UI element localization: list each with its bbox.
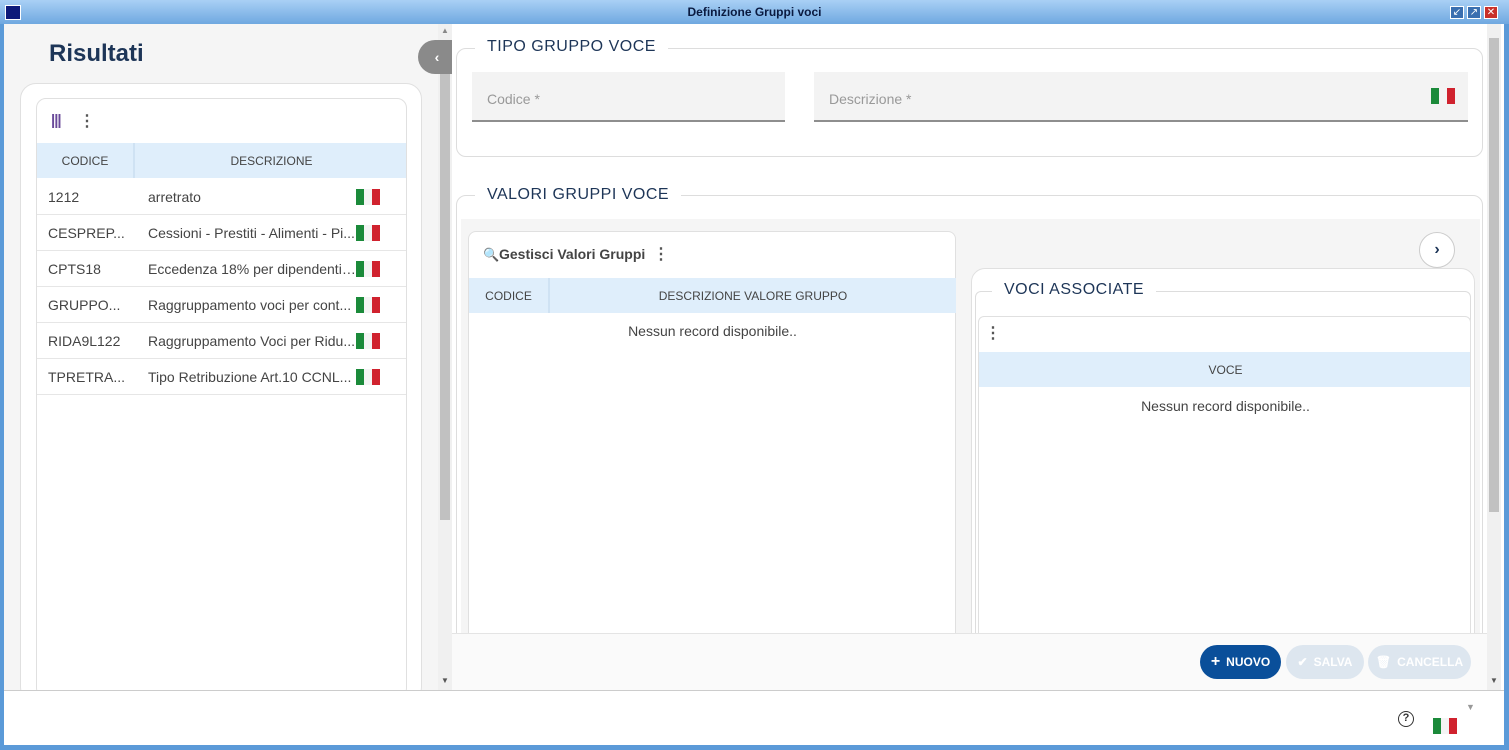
- results-panel: Risultati ||| ⋮ CODICE DESCRIZIONE 1212 a…: [4, 24, 438, 703]
- cell-descrizione: Raggruppamento Voci per Ridu...: [148, 332, 356, 349]
- cell-codice: GRUPPO...: [48, 296, 121, 313]
- italian-flag-icon: [356, 224, 380, 241]
- footer: ? ▼: [4, 690, 1504, 745]
- results-title: Risultati: [49, 40, 144, 67]
- cell-descrizione: arretrato: [148, 188, 201, 205]
- help-icon[interactable]: ?: [1398, 711, 1414, 727]
- collapse-panel-button[interactable]: ‹: [418, 40, 456, 74]
- cell-descrizione: Raggruppamento voci per cont...: [148, 296, 352, 313]
- maximize-icon[interactable]: ↗: [1467, 6, 1481, 19]
- more-menu-icon[interactable]: ⋮: [985, 323, 1001, 343]
- more-menu-icon[interactable]: ⋮: [653, 244, 669, 264]
- cell-codice: 1212: [48, 188, 80, 205]
- italian-flag-icon: [356, 368, 380, 385]
- italian-flag-icon: [356, 296, 380, 313]
- trash-icon: 🗑: [1375, 655, 1392, 669]
- cell-descrizione: Eccedenza 18% per dipendenti i...: [148, 260, 356, 277]
- plus-icon: +: [1210, 653, 1221, 670]
- empty-message: Nessun record disponibile..: [628, 323, 797, 339]
- table-row[interactable]: 1212 arretrato: [37, 179, 406, 215]
- empty-message: Nessun record disponibile..: [1141, 398, 1310, 414]
- cell-descrizione: Tipo Retribuzione Art.10 CCNL...: [148, 368, 352, 385]
- title-bar: Definizione Gruppi voci ↙ ↗ ✕: [0, 0, 1509, 24]
- tipo-gruppo-legend: TIPO GRUPPO VOCE: [475, 38, 668, 56]
- detail-panel: Codice * Descrizione * TIPO GRUPPO VOCE …: [452, 24, 1487, 715]
- language-flag-icon[interactable]: [1433, 718, 1457, 734]
- voci-legend: VOCI ASSOCIATE: [992, 281, 1157, 299]
- col-header-descrizione[interactable]: DESCRIZIONE: [135, 143, 406, 178]
- action-bar: + NUOVO ✔ SALVA 🗑 CANCELLA: [452, 633, 1487, 690]
- table-row[interactable]: RIDA9L122 Raggruppamento Voci per Ridu...: [37, 323, 406, 359]
- window-client: Risultati ||| ⋮ CODICE DESCRIZIONE 1212 a…: [4, 24, 1504, 745]
- window-title: Definizione Gruppi voci: [687, 5, 822, 19]
- gestisci-title: Gestisci Valori Gruppi: [499, 246, 646, 262]
- italian-flag-icon: [356, 260, 380, 277]
- tipo-gruppo-fieldset: Codice * Descrizione *: [456, 48, 1483, 157]
- results-table: ||| ⋮ CODICE DESCRIZIONE 1212 arretrato CE…: [36, 98, 407, 698]
- cell-codice: CPTS18: [48, 260, 101, 277]
- table-row[interactable]: TPRETRA... Tipo Retribuzione Art.10 CCNL.…: [37, 359, 406, 395]
- col-header-voce[interactable]: VOCE: [979, 352, 1470, 387]
- col-header-descrizione-valore[interactable]: DESCRIZIONE VALORE GRUPPO: [550, 278, 956, 313]
- italian-flag-icon: [356, 332, 380, 349]
- nuovo-button[interactable]: + NUOVO: [1200, 645, 1281, 679]
- results-card: ||| ⋮ CODICE DESCRIZIONE 1212 arretrato CE…: [20, 83, 422, 703]
- close-icon[interactable]: ✕: [1484, 6, 1498, 19]
- salva-button[interactable]: ✔ SALVA: [1286, 645, 1364, 679]
- italian-flag-icon[interactable]: [1431, 88, 1455, 104]
- col-header-codice[interactable]: CODICE: [37, 143, 135, 178]
- codice-input[interactable]: Codice *: [472, 72, 785, 122]
- columns-icon[interactable]: |||: [51, 112, 62, 129]
- table-row[interactable]: CPTS18 Eccedenza 18% per dipendenti i...: [37, 251, 406, 287]
- expand-right-button[interactable]: ›: [1419, 232, 1455, 268]
- right-scrollbar[interactable]: ▼: [1487, 24, 1501, 690]
- check-icon: ✔: [1297, 655, 1308, 669]
- cancella-button[interactable]: 🗑 CANCELLA: [1368, 645, 1471, 679]
- col-header-codice[interactable]: CODICE: [469, 278, 550, 313]
- left-scrollbar[interactable]: ▲ ▼: [438, 24, 452, 690]
- language-dropdown-icon[interactable]: ▼: [1466, 702, 1475, 712]
- search-edit-icon: 🔍: [483, 247, 500, 262]
- table-row[interactable]: GRUPPO... Raggruppamento voci per cont...: [37, 287, 406, 323]
- more-menu-icon[interactable]: ⋮: [79, 111, 95, 131]
- cell-codice: CESPREP...: [48, 224, 125, 241]
- italian-flag-icon: [356, 188, 380, 205]
- minimize-icon[interactable]: ↙: [1450, 6, 1464, 19]
- cell-codice: RIDA9L122: [48, 332, 121, 349]
- descrizione-input[interactable]: Descrizione *: [814, 72, 1468, 122]
- cell-codice: TPRETRA...: [48, 368, 126, 385]
- cell-descrizione: Cessioni - Prestiti - Alimenti - Pi...: [148, 224, 355, 241]
- valori-legend: VALORI GRUPPI VOCE: [475, 186, 682, 204]
- table-row[interactable]: CESPREP... Cessioni - Prestiti - Alimenti…: [37, 215, 406, 251]
